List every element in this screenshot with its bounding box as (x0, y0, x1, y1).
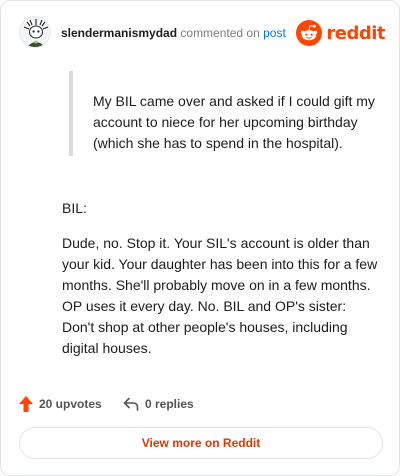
reddit-wordmark: reddit (326, 22, 385, 44)
embedded-comment-card: slendermanismydad commented on post redd… (0, 0, 400, 476)
snoo-avatar-icon (20, 17, 50, 47)
quoted-text: My BIL came over and asked if I could gi… (69, 71, 377, 156)
user-avatar[interactable] (19, 16, 51, 48)
upvotes-count: 20 upvotes (39, 397, 102, 411)
post-link[interactable]: post (263, 26, 286, 40)
comment-paragraph-1: BIL: (62, 200, 87, 216)
upvotes-stat[interactable]: 20 upvotes (19, 394, 102, 414)
reddit-alien-icon (296, 20, 323, 46)
view-more-button[interactable]: View more on Reddit (19, 427, 383, 459)
upvote-arrow-icon (19, 396, 33, 412)
reply-arrow-icon (123, 397, 139, 411)
comment-header: slendermanismydad commented on post redd… (19, 15, 385, 53)
comment-byline: slendermanismydad commented on post (61, 26, 286, 40)
reddit-logo[interactable]: reddit (296, 19, 385, 47)
username-link[interactable]: slendermanismydad (61, 26, 177, 40)
action-text: commented on (180, 26, 260, 40)
quote-text: My BIL came over and asked if I could gi… (93, 93, 375, 151)
comment-paragraph-2: Dude, no. Stop it. Your SIL's account is… (62, 235, 378, 356)
view-more-label: View more on Reddit (141, 436, 261, 450)
replies-count: 0 replies (145, 397, 194, 411)
replies-stat[interactable]: 0 replies (123, 394, 194, 414)
